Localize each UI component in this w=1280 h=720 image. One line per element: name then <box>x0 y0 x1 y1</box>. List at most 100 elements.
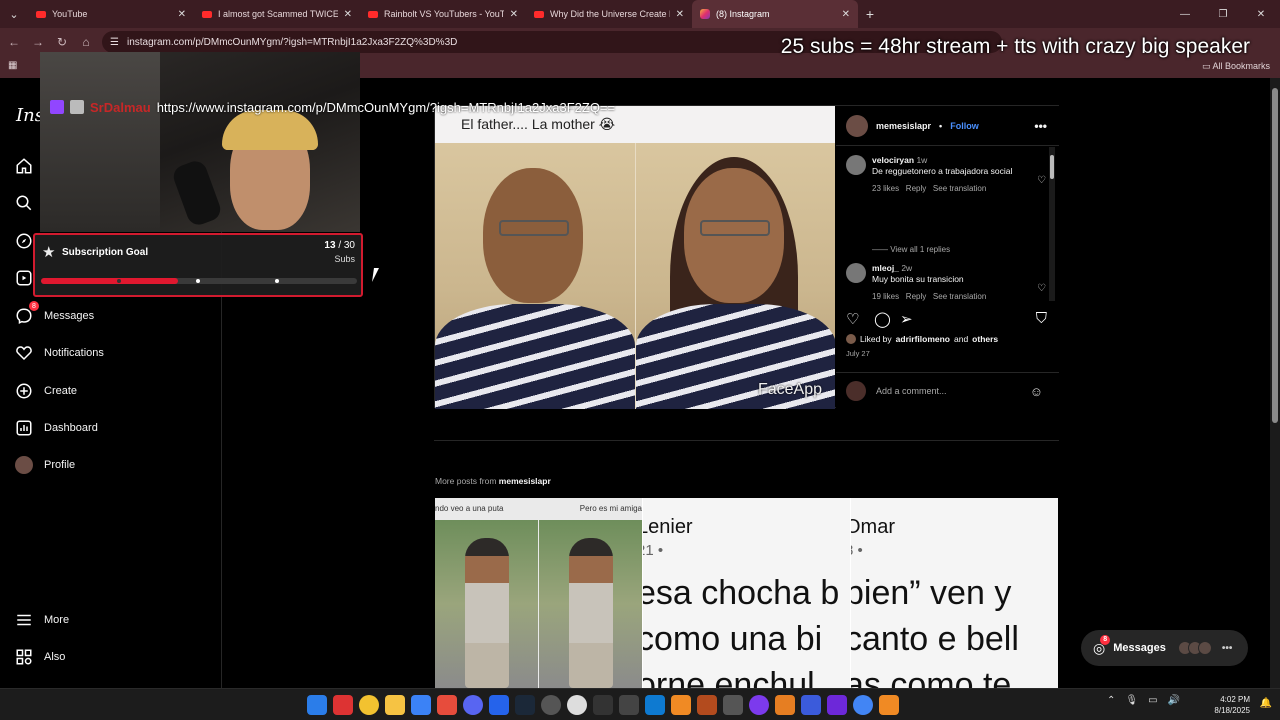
minimize-icon[interactable]: — <box>1166 0 1204 28</box>
page-scrollbar[interactable] <box>1270 78 1280 688</box>
app-icon[interactable] <box>593 695 613 715</box>
app-icon[interactable] <box>723 695 743 715</box>
reply-button[interactable]: Reply <box>906 184 926 193</box>
follow-button[interactable]: Follow <box>950 121 979 131</box>
obs-icon[interactable] <box>541 695 561 715</box>
app-icon[interactable] <box>749 695 769 715</box>
chevron-up-icon[interactable]: ⌃ <box>1107 695 1115 706</box>
app-icon[interactable] <box>697 695 717 715</box>
close-tab-icon[interactable]: ✕ <box>676 9 684 20</box>
sidebar-item-search[interactable] <box>14 191 34 215</box>
app-icon[interactable] <box>619 695 639 715</box>
tab-rainbolt-video[interactable]: Rainbolt VS YouTubers - YouTube ✕ <box>360 0 526 28</box>
back-icon[interactable]: ← <box>6 35 22 49</box>
messages-floating-button[interactable]: ◎ 8 Messages ••• <box>1081 630 1248 666</box>
comment-username[interactable]: mleoj_ <box>872 263 899 273</box>
post-image[interactable]: El father.... La mother 😭 FaceApp <box>435 106 835 409</box>
tweet-line: canto e bell <box>851 620 1019 658</box>
commenter-avatar[interactable] <box>846 155 866 175</box>
commenter-avatar[interactable] <box>846 263 866 283</box>
author-avatar[interactable] <box>846 114 868 137</box>
close-tab-icon[interactable]: ✕ <box>178 9 186 20</box>
steam-icon[interactable] <box>515 695 535 715</box>
comment-likes[interactable]: 19 likes <box>872 292 899 301</box>
sidebar-item-home[interactable] <box>14 154 34 178</box>
new-tab-button[interactable]: + <box>858 6 882 22</box>
tab-scammed-video[interactable]: I almost got Scammed TWICE! ✕ <box>194 0 360 28</box>
comment-likes[interactable]: 23 likes <box>872 184 899 193</box>
more-options-icon[interactable]: ••• <box>1034 119 1047 133</box>
grid-post-3[interactable]: Omar 8 • bien” ven y canto e bell as com… <box>851 498 1058 688</box>
person-shape <box>569 538 613 688</box>
see-translation-link[interactable]: See translation <box>933 292 986 301</box>
close-window-icon[interactable]: ✕ <box>1242 0 1280 28</box>
share-send-icon[interactable]: ➢ <box>900 310 913 328</box>
view-replies-link[interactable]: —— View all 1 replies <box>872 245 950 254</box>
app-icon[interactable] <box>645 695 665 715</box>
tab-youtube[interactable]: YouTube ✕ <box>28 0 194 28</box>
sidebar-item-messages[interactable]: 8 Messages <box>14 301 95 328</box>
forward-icon[interactable]: → <box>30 35 46 49</box>
windows-start-icon[interactable] <box>307 695 327 715</box>
site-info-icon[interactable]: ☰ <box>110 37 119 48</box>
discord-icon[interactable] <box>463 695 483 715</box>
notification-bell-icon[interactable]: 🔔 <box>1260 698 1272 709</box>
reply-button[interactable]: Reply <box>906 292 926 301</box>
home-button-icon[interactable]: ⌂ <box>78 35 94 49</box>
chrome-icon[interactable] <box>359 695 379 715</box>
grid-post-2[interactable]: Lenier 21 • esa chocha b como una bi orn… <box>643 498 850 688</box>
volume-icon[interactable]: 🔊 <box>1168 695 1180 706</box>
bookmark-icon[interactable]: ⛉ <box>1036 310 1047 327</box>
see-translation-link[interactable]: See translation <box>933 184 986 193</box>
comments-scroll-thumb[interactable] <box>1050 155 1054 179</box>
grid-post-1[interactable]: ndo veo a una puta Pero es mi amiga <box>435 498 642 688</box>
close-tab-icon[interactable]: ✕ <box>344 9 352 20</box>
like-comment-heart-icon[interactable]: ♡ <box>1037 283 1046 294</box>
comment-bubble-icon[interactable]: ◯ <box>874 310 891 328</box>
comments-scrollbar[interactable] <box>1049 147 1055 301</box>
blender-icon[interactable] <box>671 695 691 715</box>
app-icon[interactable] <box>333 695 353 715</box>
liked-by-others[interactable]: others <box>972 334 998 344</box>
reload-icon[interactable]: ↻ <box>54 35 70 49</box>
network-icon[interactable]: ▭ <box>1148 695 1157 706</box>
app-icon[interactable] <box>801 695 821 715</box>
blender-icon[interactable] <box>879 695 899 715</box>
apps-grid-icon[interactable]: ▦ <box>8 60 17 71</box>
taskbar-clock[interactable]: 4:02 PM 8/18/2025 <box>1214 694 1250 716</box>
close-tab-icon[interactable]: ✕ <box>510 9 518 20</box>
sidebar-item-dashboard[interactable]: Dashboard <box>14 416 98 440</box>
sidebar-item-also-from-meta[interactable]: Also <box>14 645 65 669</box>
game-icon[interactable] <box>437 695 457 715</box>
folder-icon[interactable] <box>385 695 405 715</box>
like-comment-heart-icon[interactable]: ♡ <box>1037 175 1046 186</box>
like-heart-icon[interactable]: ♡ <box>846 310 859 328</box>
app-icon[interactable] <box>489 695 509 715</box>
close-tab-icon[interactable]: ✕ <box>842 9 850 20</box>
tab-search-chevron-icon[interactable]: ⌄ <box>0 0 28 28</box>
maximize-icon[interactable]: ❐ <box>1204 0 1242 28</box>
emoji-icon[interactable]: ☺ <box>1030 384 1043 399</box>
tab-instagram[interactable]: (8) Instagram ✕ <box>692 0 858 28</box>
microphone-icon[interactable]: 🎙 <box>1125 695 1138 706</box>
sidebar-item-notifications[interactable]: Notifications <box>14 341 104 365</box>
tab-universe-video[interactable]: Why Did the Universe Create Li ✕ <box>526 0 692 28</box>
sidebar-item-label: Messages <box>44 310 95 322</box>
liked-by-user[interactable]: adrirfilomeno <box>896 334 950 344</box>
all-bookmarks-button[interactable]: ▭ All Bookmarks <box>1202 61 1270 72</box>
more-posts-author[interactable]: memesislapr <box>499 476 551 486</box>
app-icon[interactable] <box>827 695 847 715</box>
sidebar-item-explore[interactable] <box>14 229 34 253</box>
app-icon[interactable] <box>567 695 587 715</box>
comment-username[interactable]: velociryan <box>872 155 914 165</box>
sidebar-item-create[interactable]: Create <box>14 379 77 403</box>
sidebar-item-more[interactable]: More <box>14 608 69 632</box>
page-scroll-thumb[interactable] <box>1272 88 1278 423</box>
app-icon[interactable] <box>775 695 795 715</box>
author-username[interactable]: memesislapr <box>876 121 931 131</box>
add-comment-input[interactable]: Add a comment... <box>876 386 947 396</box>
sidebar-item-profile[interactable]: Profile <box>14 453 75 477</box>
store-icon[interactable] <box>411 695 431 715</box>
sidebar-item-reels[interactable] <box>14 266 34 290</box>
chrome-active-icon[interactable] <box>853 695 873 715</box>
